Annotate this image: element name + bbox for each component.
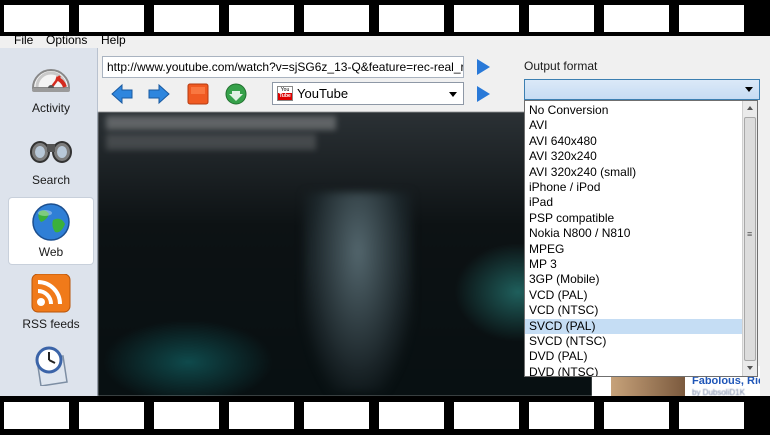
dropdown-option[interactable]: DVD (PAL) xyxy=(525,349,743,364)
video-figure xyxy=(303,192,413,392)
film-hole xyxy=(304,5,369,32)
dropdown-option[interactable]: SVCD (NTSC) xyxy=(525,334,743,349)
url-input[interactable]: http://www.youtube.com/watch?v=sjSG6z_13… xyxy=(102,56,464,78)
sidebar-item-activity[interactable]: Activity xyxy=(9,54,93,120)
sidebar-item-label: Search xyxy=(31,173,71,187)
scheduler-clock-icon xyxy=(35,346,68,386)
video-title-blurred xyxy=(106,116,336,130)
film-hole xyxy=(79,5,144,32)
film-hole xyxy=(4,5,69,32)
globe-icon xyxy=(32,203,70,241)
scroll-up-icon[interactable] xyxy=(743,101,757,116)
rss-icon xyxy=(31,274,71,313)
sidebar-item-label: RSS feeds xyxy=(22,317,80,331)
chevron-down-icon xyxy=(745,87,753,92)
related-video-byline: by DubsoliD1K xyxy=(692,388,745,396)
menu-options[interactable]: Options xyxy=(46,36,87,47)
scroll-down-icon[interactable] xyxy=(743,361,757,376)
film-hole xyxy=(304,402,369,429)
site-select[interactable]: You Tube YouTube xyxy=(272,82,464,105)
binoculars-icon xyxy=(30,141,72,163)
film-strip-top xyxy=(0,0,770,40)
output-format-select[interactable] xyxy=(524,79,760,100)
related-video-thumbnail[interactable] xyxy=(611,376,685,396)
film-hole xyxy=(529,5,594,32)
film-hole xyxy=(454,402,519,429)
dropdown-option[interactable]: MP 3 xyxy=(525,257,743,272)
dropdown-option[interactable]: iPad xyxy=(525,195,743,210)
video-preview[interactable] xyxy=(98,112,592,396)
sidebar: Activity Search Web RSS feeds xyxy=(0,48,98,396)
video-meta-blurred xyxy=(106,134,316,150)
chevron-down-icon xyxy=(449,92,457,97)
window-edge xyxy=(760,100,770,396)
sidebar-item-web[interactable]: Web xyxy=(9,198,93,264)
youtube-logo-icon: You Tube xyxy=(277,86,293,101)
dropdown-option[interactable]: iPhone / iPod xyxy=(525,180,743,195)
stop-icon[interactable] xyxy=(186,82,210,106)
dropdown-option[interactable]: VCD (NTSC) xyxy=(525,303,743,318)
film-hole xyxy=(604,402,669,429)
dropdown-option[interactable]: Nokia N800 / N810 xyxy=(525,226,743,241)
dropdown-option[interactable]: DVD (NTSC) xyxy=(525,365,743,376)
film-hole xyxy=(4,402,69,429)
go-site-icon[interactable] xyxy=(477,86,490,102)
download-globe-icon[interactable] xyxy=(224,82,248,106)
dropdown-scrollbar[interactable]: ≡ xyxy=(742,101,757,376)
film-hole xyxy=(679,5,744,32)
sidebar-item-label: Web xyxy=(38,245,64,259)
back-arrow-icon[interactable] xyxy=(110,82,134,106)
film-hole xyxy=(604,5,669,32)
dropdown-option[interactable]: AVI 320x240 (small) xyxy=(525,165,743,180)
dropdown-option[interactable]: SVCD (PAL) xyxy=(525,318,743,334)
menu-file[interactable]: File xyxy=(14,36,33,47)
sidebar-item-search[interactable]: Search xyxy=(9,126,93,192)
dropdown-option[interactable]: AVI 320x240 xyxy=(525,149,743,164)
film-hole xyxy=(379,5,444,32)
output-format-dropdown: No Conversion AVI AVI 640x480 AVI 320x240 AV… xyxy=(524,100,758,377)
gauge-icon xyxy=(31,69,71,92)
menu-help[interactable]: Help xyxy=(101,36,126,47)
film-hole xyxy=(454,5,519,32)
film-hole xyxy=(229,402,294,429)
film-hole xyxy=(379,402,444,429)
output-format-label: Output format xyxy=(524,59,598,73)
film-strip-bottom xyxy=(0,396,770,435)
dropdown-option[interactable]: No Conversion xyxy=(525,103,743,118)
menu-bar: File Options Help xyxy=(0,36,770,48)
forward-arrow-icon[interactable] xyxy=(147,82,171,106)
scrollbar-thumb[interactable]: ≡ xyxy=(744,117,756,361)
film-hole xyxy=(154,5,219,32)
dropdown-option[interactable]: PSP compatible xyxy=(525,211,743,226)
site-select-value: YouTube xyxy=(297,86,349,101)
dropdown-option[interactable]: AVI 640x480 xyxy=(525,134,743,149)
app-window: File Options Help Activity Search Web RS… xyxy=(0,36,770,396)
film-hole xyxy=(79,402,144,429)
dropdown-option[interactable]: MPEG xyxy=(525,242,743,257)
dropdown-option[interactable]: AVI xyxy=(525,118,743,133)
film-hole xyxy=(529,402,594,429)
sidebar-item-label: Activity xyxy=(31,101,70,115)
dropdown-option[interactable]: 3GP (Mobile) xyxy=(525,272,743,287)
sidebar-item-rss-feeds[interactable]: RSS feeds xyxy=(9,270,93,336)
go-url-icon[interactable] xyxy=(477,59,490,75)
film-hole xyxy=(154,402,219,429)
sidebar-item-scheduler[interactable] xyxy=(9,342,93,396)
film-hole xyxy=(679,402,744,429)
film-hole xyxy=(229,5,294,32)
dropdown-option[interactable]: VCD (PAL) xyxy=(525,288,743,303)
